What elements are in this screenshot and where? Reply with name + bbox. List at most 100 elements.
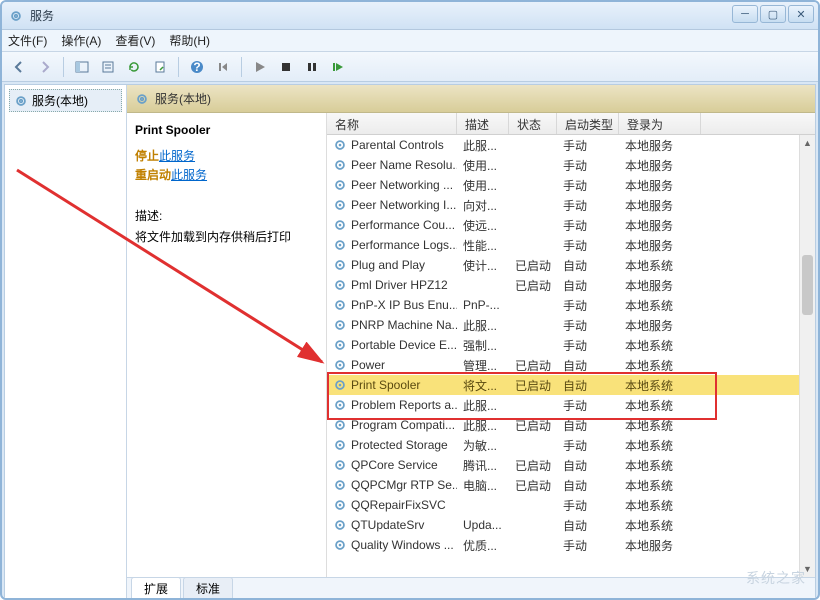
desc-text: 将文件加载到内存供稍后打印 <box>135 228 318 245</box>
scroll-down-icon[interactable]: ▼ <box>800 561 815 577</box>
cell-start: 手动 <box>557 537 619 554</box>
menu-action[interactable]: 操作(A) <box>61 32 101 49</box>
selected-name: Print Spooler <box>135 123 318 137</box>
cell-name: PnP-X IP Bus Enu... <box>327 298 457 312</box>
service-row[interactable]: PnP-X IP Bus Enu...PnP-...手动本地系统 <box>327 295 815 315</box>
start-service-button[interactable] <box>249 56 271 78</box>
service-row[interactable]: Pml Driver HPZ12已启动自动本地服务 <box>327 275 815 295</box>
stop-service-button[interactable] <box>275 56 297 78</box>
service-row[interactable]: QTUpdateSrvUpda...自动本地系统 <box>327 515 815 535</box>
cell-start: 手动 <box>557 217 619 234</box>
col-header-status[interactable]: 状态 <box>509 113 557 134</box>
service-row[interactable]: Portable Device E...强制...手动本地系统 <box>327 335 815 355</box>
refresh-button[interactable] <box>123 56 145 78</box>
list-rows[interactable]: Parental Controls此服...手动本地服务Peer Name Re… <box>327 135 815 577</box>
cell-logon: 本地系统 <box>619 417 701 434</box>
close-button[interactable]: ✕ <box>788 5 814 23</box>
tab-standard[interactable]: 标准 <box>183 577 233 599</box>
cell-start: 自动 <box>557 457 619 474</box>
service-row[interactable]: Power管理...已启动自动本地系统 <box>327 355 815 375</box>
service-row[interactable]: Peer Name Resolu...使用...手动本地服务 <box>327 155 815 175</box>
cell-logon: 本地服务 <box>619 157 701 174</box>
service-row[interactable]: Parental Controls此服...手动本地服务 <box>327 135 815 155</box>
service-row[interactable]: Performance Cou...使远...手动本地服务 <box>327 215 815 235</box>
restart-link-line: 重启动此服务 <box>135 166 318 183</box>
cell-name: QQRepairFixSVC <box>327 498 457 512</box>
tab-extended[interactable]: 扩展 <box>131 577 181 599</box>
cell-desc: 管理... <box>457 357 509 374</box>
cell-desc: 电脑... <box>457 477 509 494</box>
prev-button[interactable] <box>212 56 234 78</box>
cell-start: 自动 <box>557 257 619 274</box>
cell-start: 手动 <box>557 497 619 514</box>
service-row[interactable]: Protected Storage为敏...手动本地系统 <box>327 435 815 455</box>
cell-start: 手动 <box>557 177 619 194</box>
cell-logon: 本地服务 <box>619 217 701 234</box>
cell-desc: 此服... <box>457 417 509 434</box>
cell-desc: 此服... <box>457 137 509 154</box>
scroll-up-icon[interactable]: ▲ <box>800 135 815 151</box>
help-button[interactable]: ? <box>186 56 208 78</box>
col-header-start[interactable]: 启动类型 <box>557 113 619 134</box>
menu-help[interactable]: 帮助(H) <box>169 32 210 49</box>
forward-button[interactable] <box>34 56 56 78</box>
service-row[interactable]: Peer Networking ...使用...手动本地服务 <box>327 175 815 195</box>
service-row[interactable]: Print Spooler将文...已启动自动本地系统 <box>327 375 815 395</box>
service-row[interactable]: QQRepairFixSVC手动本地系统 <box>327 495 815 515</box>
cell-logon: 本地系统 <box>619 357 701 374</box>
col-header-desc[interactable]: 描述 <box>457 113 509 134</box>
service-row[interactable]: Plug and Play使计...已启动自动本地系统 <box>327 255 815 275</box>
gear-icon <box>135 92 149 106</box>
col-header-logon[interactable]: 登录为 <box>619 113 701 134</box>
detail-pane: Print Spooler 停止此服务 重启动此服务 描述: 将文件加载到内存供… <box>127 113 327 577</box>
export-button[interactable] <box>149 56 171 78</box>
desc-label: 描述: <box>135 207 318 224</box>
cell-status: 已启动 <box>509 417 557 434</box>
scroll-thumb[interactable] <box>802 255 813 315</box>
service-row[interactable]: Performance Logs...性能...手动本地服务 <box>327 235 815 255</box>
minimize-button[interactable]: ─ <box>732 5 758 23</box>
service-row[interactable]: Peer Networking I...向对...手动本地服务 <box>327 195 815 215</box>
content-header-label: 服务(本地) <box>155 90 211 107</box>
toolbar-sep <box>178 57 179 77</box>
cell-name: Parental Controls <box>327 138 457 152</box>
cell-name: Performance Cou... <box>327 218 457 232</box>
pause-service-button[interactable] <box>301 56 323 78</box>
service-row[interactable]: PNRP Machine Na...此服...手动本地服务 <box>327 315 815 335</box>
restart-link[interactable]: 此服务 <box>171 168 207 182</box>
cell-start: 手动 <box>557 317 619 334</box>
service-row[interactable]: Problem Reports a...此服...手动本地系统 <box>327 395 815 415</box>
cell-name: QTUpdateSrv <box>327 518 457 532</box>
left-pane: 服务(本地) <box>5 85 127 599</box>
cell-logon: 本地服务 <box>619 317 701 334</box>
cell-name: Protected Storage <box>327 438 457 452</box>
cell-start: 手动 <box>557 237 619 254</box>
stop-link[interactable]: 此服务 <box>159 149 195 163</box>
back-button[interactable] <box>8 56 30 78</box>
menu-file[interactable]: 文件(F) <box>8 32 47 49</box>
list-header: 名称 描述 状态 启动类型 登录为 <box>327 113 815 135</box>
maximize-button[interactable]: ▢ <box>760 5 786 23</box>
properties-button[interactable] <box>97 56 119 78</box>
service-row[interactable]: Program Compati...此服...已启动自动本地系统 <box>327 415 815 435</box>
col-header-name[interactable]: 名称 <box>327 113 457 134</box>
menubar: 文件(F) 操作(A) 查看(V) 帮助(H) <box>2 30 818 52</box>
cell-name: QQPCMgr RTP Se... <box>327 478 457 492</box>
service-row[interactable]: QQPCMgr RTP Se...电脑...已启动自动本地系统 <box>327 475 815 495</box>
cell-status: 已启动 <box>509 257 557 274</box>
cell-start: 自动 <box>557 417 619 434</box>
cell-name: Peer Networking I... <box>327 198 457 212</box>
cell-desc: Upda... <box>457 518 509 532</box>
tree-root-services[interactable]: 服务(本地) <box>9 89 122 112</box>
menu-view[interactable]: 查看(V) <box>115 32 155 49</box>
service-row[interactable]: Quality Windows ...优质...手动本地服务 <box>327 535 815 555</box>
cell-start: 手动 <box>557 397 619 414</box>
restart-service-button[interactable] <box>327 56 349 78</box>
scrollbar[interactable]: ▲ ▼ <box>799 135 815 577</box>
service-row[interactable]: QPCore Service腾讯...已启动自动本地系统 <box>327 455 815 475</box>
cell-desc: 此服... <box>457 317 509 334</box>
cell-status: 已启动 <box>509 477 557 494</box>
cell-start: 手动 <box>557 437 619 454</box>
cell-start: 手动 <box>557 157 619 174</box>
show-hide-button[interactable] <box>71 56 93 78</box>
